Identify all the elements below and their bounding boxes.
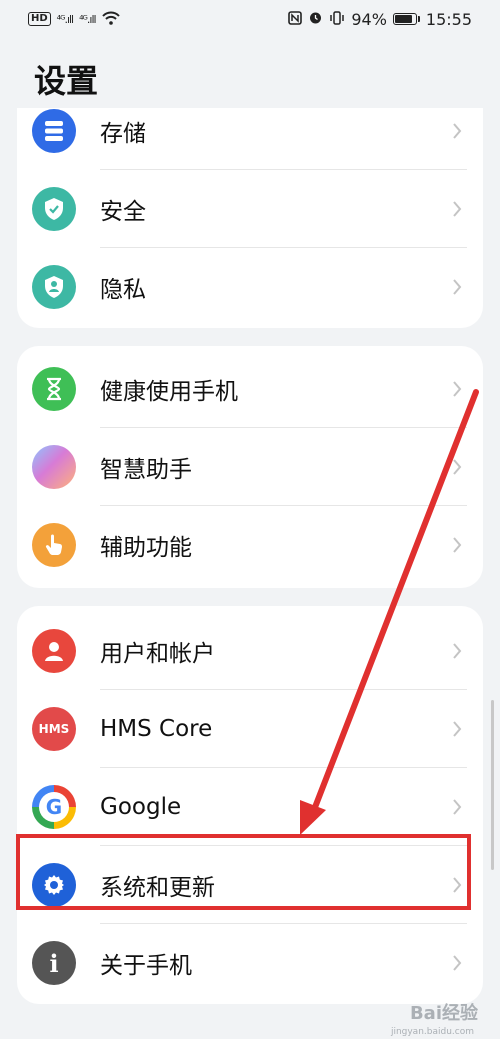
settings-item-google[interactable]: G Google <box>17 768 483 846</box>
settings-item-label: 安全 <box>100 199 146 225</box>
chevron-right-icon <box>447 641 467 661</box>
chevron-right-icon <box>447 535 467 555</box>
chevron-right-icon <box>447 379 467 399</box>
chevron-right-icon <box>447 199 467 219</box>
vibrate-icon <box>329 10 345 29</box>
chevron-right-icon <box>447 719 467 739</box>
hms-icon: HMS <box>32 707 76 751</box>
nfc-icon <box>288 10 303 29</box>
scrollbar[interactable] <box>491 700 494 870</box>
settings-item-label: 智慧助手 <box>100 457 192 483</box>
chevron-right-icon <box>447 875 467 895</box>
chevron-right-icon <box>447 277 467 297</box>
settings-item-label: 辅助功能 <box>100 535 192 561</box>
settings-group-2: 健康使用手机 智慧助手 辅助功能 <box>17 346 483 588</box>
settings-item-label: 存储 <box>100 121 146 147</box>
settings-item-accessibility[interactable]: 辅助功能 <box>17 506 483 584</box>
google-letter: G <box>39 792 69 822</box>
hand-pointer-icon <box>32 523 76 567</box>
hourglass-icon <box>32 367 76 411</box>
status-bar: HD ⁴ᴳ.ıll ⁴ᴳ.ıll 94% 15:55 <box>0 0 500 38</box>
settings-item-label: 关于手机 <box>100 953 192 979</box>
google-icon: G <box>32 785 76 829</box>
settings-item-system-updates[interactable]: 系统和更新 <box>17 846 483 924</box>
settings-item-storage[interactable]: 存储 <box>17 108 483 170</box>
chevron-right-icon <box>447 457 467 477</box>
battery-icon <box>392 13 420 25</box>
signal-icon: ⁴ᴳ.ıll <box>79 12 96 26</box>
chevron-right-icon <box>447 121 467 141</box>
storage-icon <box>32 109 76 153</box>
page-title: 设置 <box>34 62 99 100</box>
settings-item-digital-balance[interactable]: 健康使用手机 <box>17 350 483 428</box>
settings-item-smart-assistant[interactable]: 智慧助手 <box>17 428 483 506</box>
settings-item-about-phone[interactable]: i 关于手机 <box>17 924 483 1002</box>
settings-item-privacy[interactable]: 隐私 <box>17 248 483 326</box>
assistant-orb-icon <box>32 445 76 489</box>
settings-item-label: 用户和帐户 <box>100 641 215 667</box>
security-shield-icon <box>32 187 76 231</box>
settings-item-label: HMS Core <box>100 716 213 742</box>
chevron-right-icon <box>447 797 467 817</box>
user-icon <box>32 629 76 673</box>
clock: 15:55 <box>425 9 472 29</box>
watermark: Bai经验 <box>409 1003 478 1024</box>
watermark-url: jingyan.baidu.com <box>390 1027 474 1037</box>
settings-group-3: 用户和帐户 HMS HMS Core G Google 系统和更新 i 关于手机 <box>17 606 483 1004</box>
privacy-icon <box>32 265 76 309</box>
battery-percent: 94% <box>351 9 387 29</box>
settings-item-label: Google <box>100 794 182 820</box>
settings-item-users-accounts[interactable]: 用户和帐户 <box>17 612 483 690</box>
settings-item-security[interactable]: 安全 <box>17 170 483 248</box>
settings-item-hms-core[interactable]: HMS HMS Core <box>17 690 483 768</box>
wifi-icon <box>101 10 120 29</box>
alarm-icon <box>308 10 323 29</box>
gear-icon <box>32 863 76 907</box>
settings-group-1: 存储 安全 隐私 <box>17 108 483 328</box>
hd-indicator: HD <box>28 12 51 26</box>
settings-item-label: 隐私 <box>100 277 146 303</box>
settings-item-label: 系统和更新 <box>100 875 215 901</box>
chevron-right-icon <box>447 953 467 973</box>
signal-icon: ⁴ᴳ.ıll <box>56 12 74 26</box>
info-icon: i <box>32 941 76 985</box>
settings-item-label: 健康使用手机 <box>100 379 238 405</box>
